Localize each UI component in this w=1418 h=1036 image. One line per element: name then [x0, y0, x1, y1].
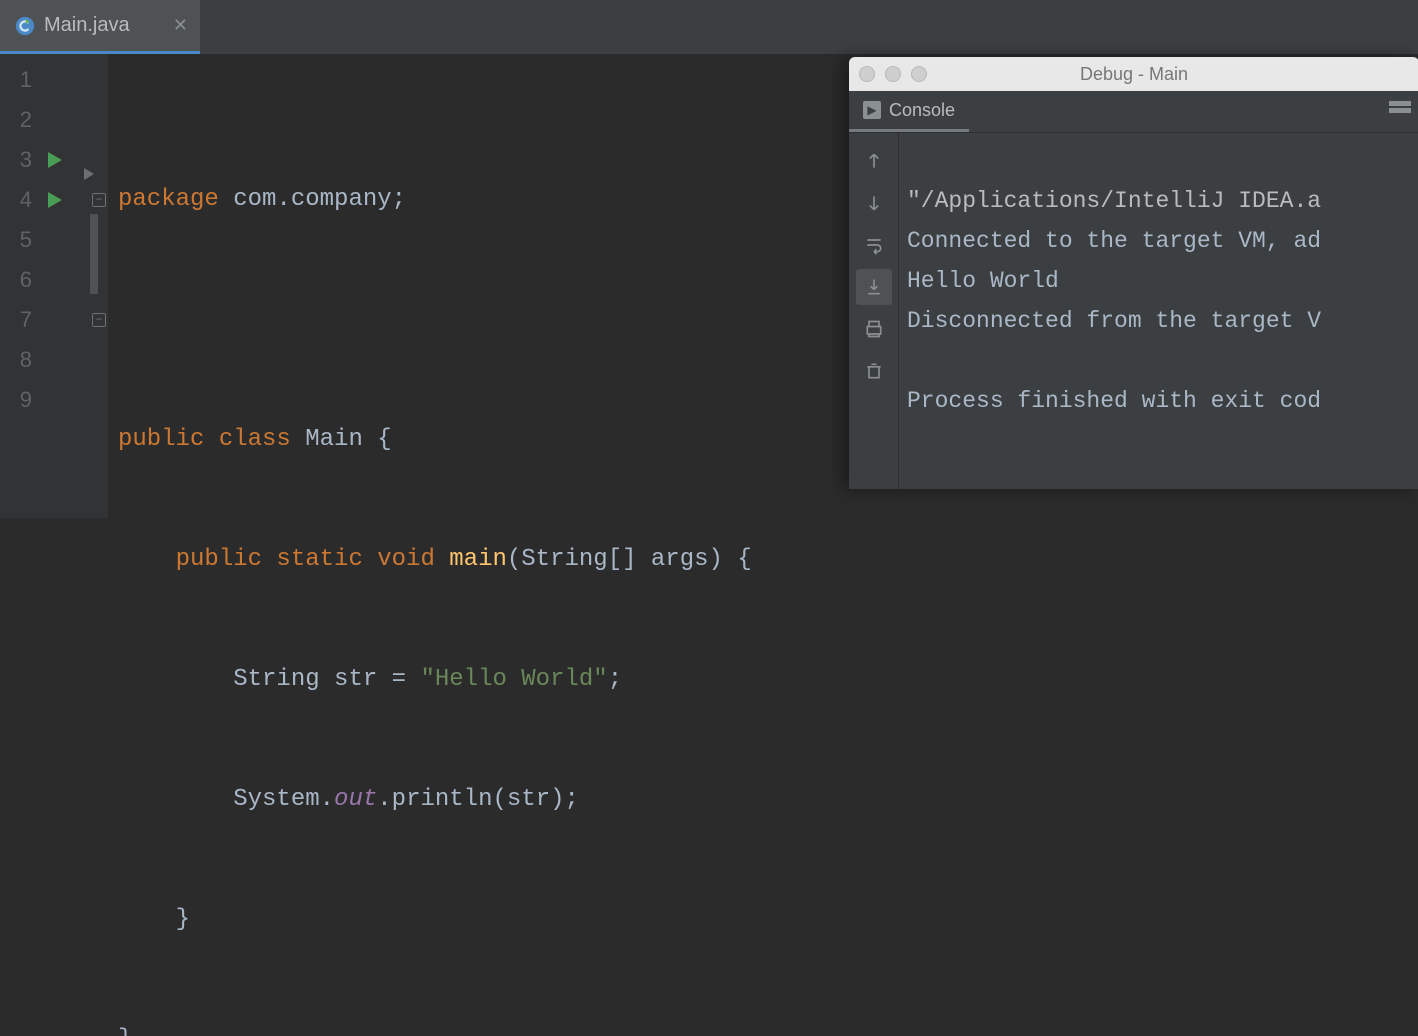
caret-line-highlight: [90, 214, 98, 294]
code-token: String str =: [233, 666, 420, 693]
fold-collapse-icon[interactable]: −: [92, 313, 106, 327]
console-tab[interactable]: ▶ Console: [849, 91, 969, 132]
line-number: 7: [0, 307, 32, 333]
layout-settings-icon[interactable]: [1389, 101, 1411, 123]
console-tab-label: Console: [889, 100, 955, 121]
run-gutter-icon[interactable]: [48, 192, 62, 208]
code-token: }: [118, 1026, 132, 1036]
console-toolbar: [849, 133, 899, 489]
fold-arrow-icon[interactable]: [84, 168, 94, 180]
line-number: 8: [0, 347, 32, 373]
code-token: com.company;: [219, 186, 406, 213]
traffic-light-zoom[interactable]: [911, 66, 927, 82]
code-token: System.: [233, 786, 334, 813]
line-number: 2: [0, 107, 32, 133]
console-line: "/Applications/IntelliJ IDEA.a: [907, 188, 1321, 214]
scroll-to-end-icon[interactable]: [856, 269, 892, 305]
code-token: Main: [305, 426, 363, 453]
editor-tab-label: Main.java: [44, 14, 130, 37]
debug-tabs: ▶ Console: [849, 91, 1418, 133]
debug-window-title: Debug - Main: [1080, 64, 1188, 85]
traffic-light-minimize[interactable]: [885, 66, 901, 82]
code-token: public class: [118, 426, 305, 453]
fold-collapse-icon[interactable]: −: [92, 193, 106, 207]
console-line: Disconnected from the target V: [907, 308, 1321, 334]
debug-titlebar[interactable]: Debug - Main: [849, 57, 1418, 91]
line-number: 6: [0, 267, 32, 293]
code-token: (String[] args) {: [507, 546, 752, 573]
down-stack-icon[interactable]: [856, 185, 892, 221]
debug-body: "/Applications/IntelliJ IDEA.a Connected…: [849, 133, 1418, 489]
code-token: out: [334, 786, 377, 813]
console-line: Connected to the target VM, ad: [907, 228, 1321, 254]
clear-all-icon[interactable]: [856, 353, 892, 389]
line-number: 9: [0, 387, 32, 413]
code-token: package: [118, 186, 219, 213]
up-stack-icon[interactable]: [856, 143, 892, 179]
code-token: "Hello World": [420, 666, 607, 693]
soft-wrap-icon[interactable]: [856, 227, 892, 263]
code-token: }: [176, 906, 190, 933]
console-line: Hello World: [907, 268, 1059, 294]
line-number: 3: [0, 147, 32, 173]
traffic-light-close[interactable]: [859, 66, 875, 82]
console-run-icon: ▶: [863, 101, 881, 119]
console-line: Process finished with exit cod: [907, 388, 1321, 414]
console-output[interactable]: "/Applications/IntelliJ IDEA.a Connected…: [899, 133, 1418, 489]
debug-tool-window: Debug - Main ▶ Console: [849, 57, 1418, 489]
code-token: ;: [608, 666, 622, 693]
editor-tabs: Main.java ✕: [0, 0, 1418, 54]
window-controls: [859, 66, 927, 82]
print-icon[interactable]: [856, 311, 892, 347]
line-number: 1: [0, 67, 32, 93]
line-number: 5: [0, 227, 32, 253]
code-token: {: [363, 426, 392, 453]
code-token: .println(str);: [377, 786, 579, 813]
close-icon[interactable]: ✕: [173, 15, 188, 37]
code-token: main: [449, 546, 507, 573]
run-gutter-icon[interactable]: [48, 152, 62, 168]
code-token: public static void: [176, 546, 450, 573]
class-file-icon: [14, 15, 36, 37]
line-number: 4: [0, 187, 32, 213]
editor-tab-main-java[interactable]: Main.java ✕: [0, 0, 200, 54]
